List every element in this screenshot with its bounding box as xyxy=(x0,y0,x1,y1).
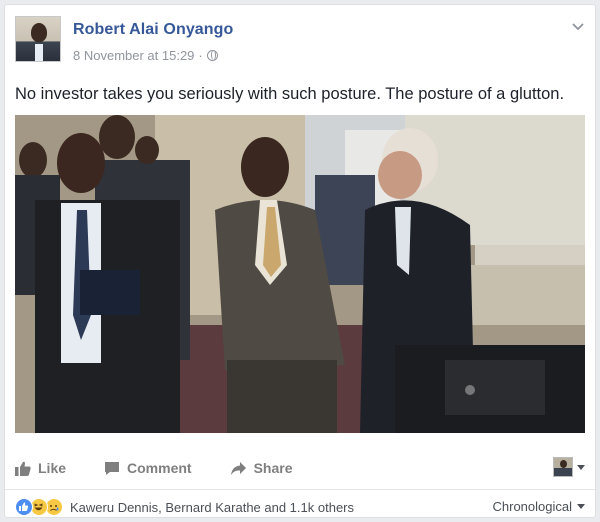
share-label: Share xyxy=(253,460,293,476)
thumbs-up-icon xyxy=(15,461,31,476)
mini-avatar xyxy=(553,457,573,477)
post-card: Robert Alai Onyango 8 November at 15:29 … xyxy=(4,4,596,518)
meta-separator: · xyxy=(198,48,203,63)
post-photo[interactable] xyxy=(15,115,585,433)
chevron-down-icon[interactable] xyxy=(571,21,585,33)
like-label: Like xyxy=(38,460,67,476)
reaction-icons xyxy=(15,498,63,516)
globe-icon[interactable] xyxy=(206,50,218,61)
reactions-text[interactable]: Kaweru Dennis, Bernard Karathe and 1.1k … xyxy=(70,500,354,515)
like-button[interactable]: Like xyxy=(15,460,66,476)
comment-icon xyxy=(105,461,120,475)
like-reaction-icon xyxy=(15,498,33,516)
caret-down-icon xyxy=(577,504,585,509)
share-button[interactable]: Share xyxy=(230,460,293,476)
post-as-selector[interactable] xyxy=(553,457,585,477)
post-timestamp[interactable]: 8 November at 15:29 xyxy=(73,48,194,63)
comment-button[interactable]: Comment xyxy=(104,460,192,476)
share-arrow-icon xyxy=(230,461,246,475)
author-avatar[interactable] xyxy=(15,16,61,62)
post-meta: 8 November at 15:29 · xyxy=(73,48,218,63)
divider xyxy=(5,489,595,490)
author-name-link[interactable]: Robert Alai Onyango xyxy=(73,21,233,39)
comment-order-label: Chronological xyxy=(492,499,573,514)
caret-down-icon xyxy=(577,464,585,470)
action-bar: Like Comment Share xyxy=(15,453,585,483)
comment-order-dropdown[interactable]: Chronological xyxy=(492,499,585,514)
reactions-summary[interactable]: Kaweru Dennis, Bernard Karathe and 1.1k … xyxy=(15,498,354,516)
comment-label: Comment xyxy=(127,460,192,476)
post-text: No investor takes you seriously with suc… xyxy=(15,85,565,103)
